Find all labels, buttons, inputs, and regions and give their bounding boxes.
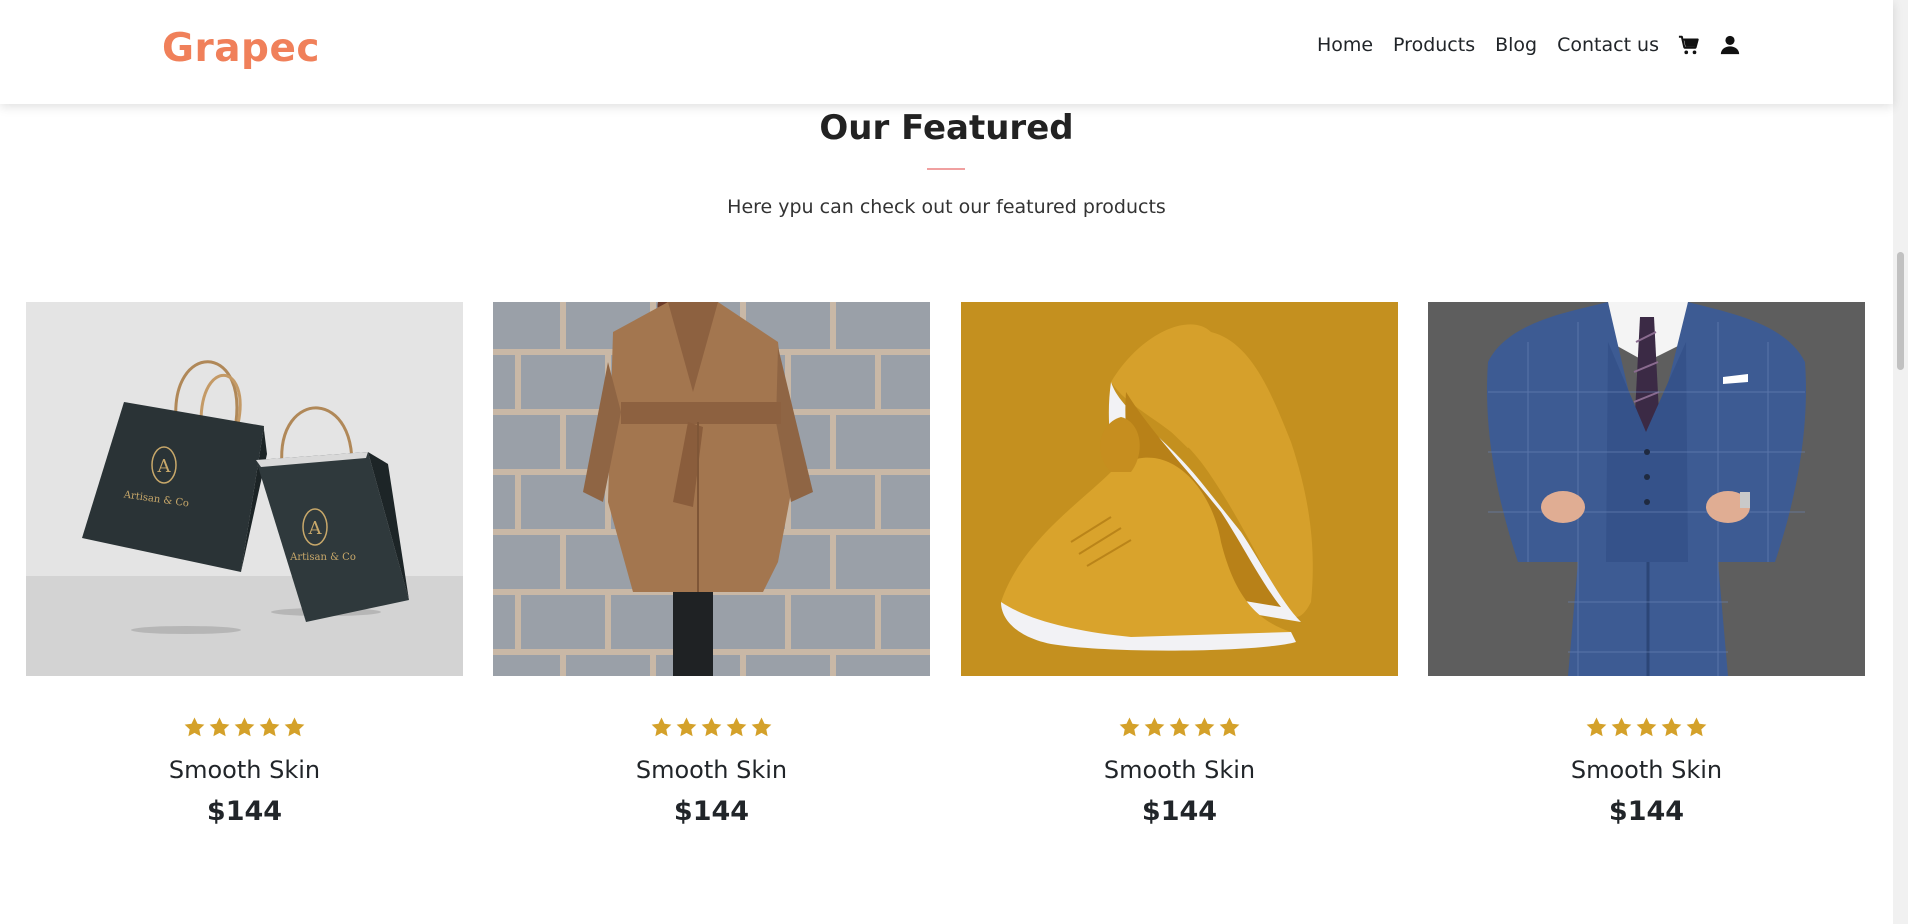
rating-stars: [1428, 716, 1865, 742]
blue-suit-image[interactable]: [1428, 302, 1865, 676]
product-name[interactable]: Smooth Skin: [1428, 756, 1865, 784]
star-icon: [1635, 716, 1658, 739]
nav-link-blog[interactable]: Blog: [1495, 34, 1537, 56]
star-icon: [1143, 716, 1166, 739]
star-icon: [1168, 716, 1191, 739]
star-icon: [233, 716, 256, 739]
brand-logo[interactable]: Grapec: [162, 26, 320, 71]
product-name[interactable]: Smooth Skin: [961, 756, 1398, 784]
star-icon: [183, 716, 206, 739]
svg-text:A: A: [308, 518, 323, 539]
navbar: Grapec Home Products Blog Contact us: [0, 0, 1893, 104]
yellow-sneakers-image[interactable]: [961, 302, 1398, 676]
star-icon: [650, 716, 673, 739]
rating-stars: [961, 716, 1398, 742]
shopping-bags-image[interactable]: A Artisan & Co A Artisan & Co: [26, 302, 463, 676]
camel-coat-image[interactable]: [493, 302, 930, 676]
product-card[interactable]: Smooth Skin $144: [493, 302, 930, 827]
star-icon: [1218, 716, 1241, 739]
nav-link-home[interactable]: Home: [1317, 34, 1373, 56]
rating-stars: [26, 716, 463, 742]
page: Grapec Home Products Blog Contact us Our…: [0, 0, 1908, 924]
star-icon: [283, 716, 306, 739]
product-name[interactable]: Smooth Skin: [493, 756, 930, 784]
star-icon: [675, 716, 698, 739]
star-icon: [725, 716, 748, 739]
star-icon: [258, 716, 281, 739]
scrollbar-thumb[interactable]: [1897, 252, 1904, 370]
product-name[interactable]: Smooth Skin: [26, 756, 463, 784]
product-price: $144: [673, 796, 750, 827]
star-icon: [208, 716, 231, 739]
section-title: Our Featured: [819, 108, 1074, 148]
rating-stars: [493, 716, 930, 742]
product-card[interactable]: Smooth Skin $144: [961, 302, 1398, 827]
cart-icon[interactable]: [1678, 34, 1700, 56]
vertical-scrollbar[interactable]: [1893, 0, 1908, 924]
star-icon: [1585, 716, 1608, 739]
title-divider: [927, 168, 965, 170]
nav-link-products[interactable]: Products: [1393, 34, 1475, 56]
product-price: $144: [206, 796, 283, 827]
product-price: $144: [1608, 796, 1685, 827]
product-card[interactable]: A Artisan & Co A Artisan & Co Smooth Ski…: [26, 302, 463, 827]
nav-link-contact[interactable]: Contact us: [1557, 34, 1659, 56]
user-icon[interactable]: [1719, 34, 1741, 56]
svg-text:A: A: [157, 456, 172, 477]
product-card[interactable]: Smooth Skin $144: [1428, 302, 1865, 827]
star-icon: [1660, 716, 1683, 739]
nav-links: Home Products Blog Contact us: [1317, 34, 1741, 56]
product-price: $144: [1141, 796, 1218, 827]
section-subtitle: Here ypu can check out our featured prod…: [727, 196, 1166, 218]
star-icon: [700, 716, 723, 739]
star-icon: [1685, 716, 1708, 739]
svg-text:Artisan & Co: Artisan & Co: [289, 552, 356, 563]
star-icon: [1610, 716, 1633, 739]
star-icon: [1118, 716, 1141, 739]
star-icon: [1193, 716, 1216, 739]
star-icon: [750, 716, 773, 739]
